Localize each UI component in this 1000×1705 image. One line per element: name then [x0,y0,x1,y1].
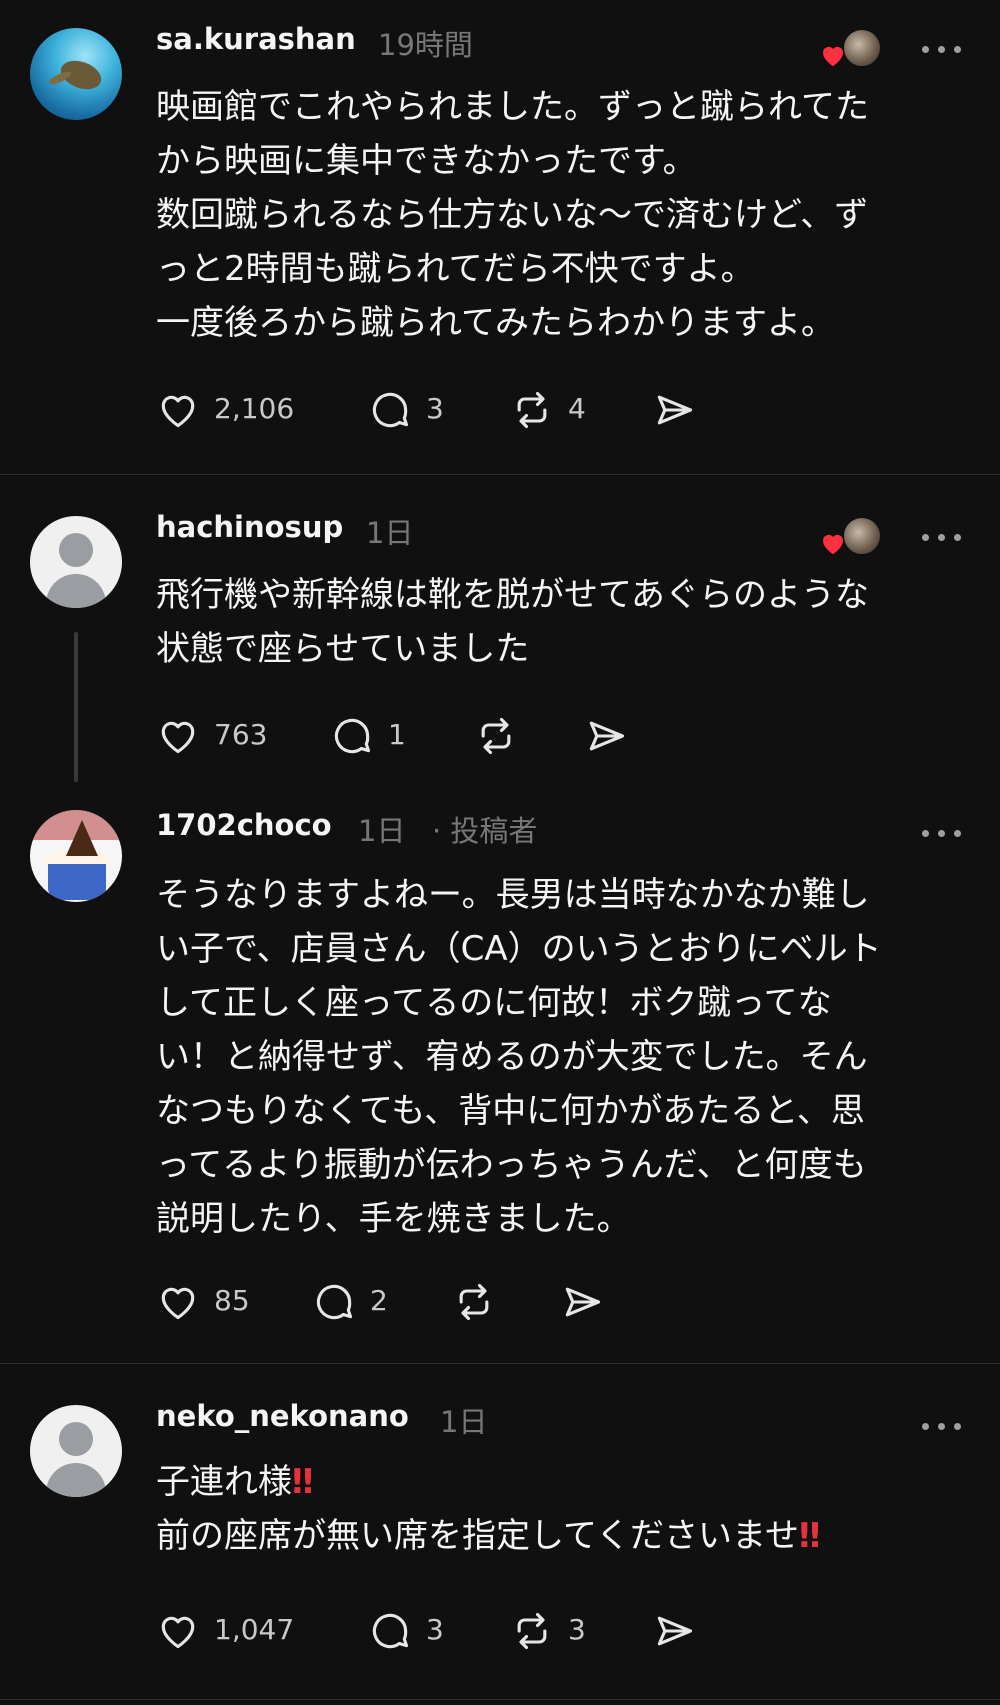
post-line: 前の座席が無い席を指定してくださいませ‼ [156,1509,956,1563]
speech-bubble-icon [316,1284,353,1320]
repost-arrows-icon [517,391,547,429]
post-body: 子連れ様‼ 前の座席が無い席を指定してくださいませ‼ [156,1455,956,1563]
post-line: い！と納得せず、宥めるのが大変でした。そん [156,1037,868,1077]
action-bar: 763 1 [156,710,656,760]
divider [0,1363,1000,1364]
heart-outline-icon [161,721,195,754]
heart-outline-icon [161,395,195,428]
more-options-button[interactable] [918,528,970,548]
post-line: 状態で座らせていました [156,629,530,669]
send-arrow-icon [657,395,693,425]
reply-button[interactable]: 1 [330,710,420,760]
post-time: 19時間 [378,28,473,62]
like-button[interactable]: 2,106 [156,384,296,434]
author-tag: · 投稿者 [432,814,538,848]
post-line-text: 前の座席が無い席を指定してくださいませ [156,1516,799,1556]
reply-count: 3 [426,1613,444,1646]
heart-outline-icon [161,1616,195,1649]
post-line: 飛行機や新幹線は靴を脱がせてあぐらのような [156,575,869,615]
post-line: して正しく座ってるのに何故！ボク蹴ってな [156,983,832,1023]
post-line: ってるより振動が伝わっちゃうんだ、と何度も [156,1145,867,1185]
post-line: から映画に集中できなかったです。 [156,141,697,181]
more-options-button[interactable] [918,824,970,844]
repost-count: 3 [568,1613,586,1646]
thread-line [74,632,78,782]
like-button[interactable]: 85 [156,1276,256,1326]
like-count: 763 [214,718,268,751]
red-heart-icon [823,46,843,67]
share-button[interactable] [652,384,702,434]
repost-button[interactable] [452,1276,502,1326]
double-exclamation-icon: ‼ [292,1462,314,1502]
action-bar: 1,047 3 3 [156,1605,716,1655]
reply-count: 1 [388,718,406,751]
post-line: 一度後ろから蹴られてみたらわかりますよ。 [156,303,835,343]
post-1702choco: 1702choco 1日 · 投稿者 そうなりますよねー。長男は当時なかなか難し… [0,786,1000,1364]
heart-outline-icon [161,1287,195,1320]
post-neko-nekonano: neko_nekonano 1日 子連れ様‼ 前の座席が無い席を指定してください… [0,1365,1000,1705]
repost-arrows-icon [517,1612,547,1650]
post-line-text: 子連れ様 [156,1462,292,1502]
username[interactable]: sa.kurashan [156,22,356,56]
liked-by-author-badge [818,516,882,560]
liked-by-author-badge [818,28,882,72]
post-sa-kurashan: sa.kurashan 19時間 映画館でこれやられました。ずっと蹴られてた か… [0,0,1000,475]
red-heart-icon [823,534,843,555]
post-line: 説明したり、手を焼きました。 [156,1199,631,1239]
repost-arrows-icon [481,717,511,755]
speech-bubble-icon [372,392,409,428]
more-options-button[interactable] [918,40,970,60]
divider [0,1699,1000,1700]
like-button[interactable]: 1,047 [156,1605,296,1655]
post-body: 映画館でこれやられました。ずっと蹴られてた から映画に集中できなかったです。 数… [156,80,956,350]
post-line: そうなりますよねー。長男は当時なかなか難し [156,875,870,915]
post-time: 1日 [358,814,406,848]
reply-button[interactable]: 2 [312,1276,402,1326]
send-arrow-icon [565,1287,601,1317]
post-line: なつもりなくても、背中に何かがあたると、思 [156,1091,865,1131]
repost-button[interactable]: 4 [510,384,600,434]
post-body: そうなりますよねー。長男は当時なかなか難し い子で、店員さん（CA）のいうとおり… [156,868,956,1246]
like-count: 85 [214,1284,250,1317]
post-line: っと2時間も蹴られてだら不快ですよ。 [156,249,755,289]
send-arrow-icon [589,721,625,751]
reply-count: 3 [426,392,444,425]
action-bar: 2,106 3 4 [156,384,716,434]
avatar[interactable] [30,28,122,120]
speech-bubble-icon [334,718,371,754]
action-bar: 85 2 [156,1276,616,1326]
post-line: 映画館でこれやられました。ずっと蹴られてた [156,87,869,127]
double-exclamation-icon: ‼ [798,1516,821,1556]
post-time: 1日 [440,1405,488,1439]
more-options-button[interactable] [918,1417,970,1437]
avatar[interactable] [30,516,122,608]
repost-button[interactable]: 3 [510,1605,600,1655]
repost-count: 4 [568,392,586,425]
divider [0,474,1000,475]
post-body: 飛行機や新幹線は靴を脱がせてあぐらのような 状態で座らせていました [156,568,956,676]
share-button[interactable] [584,710,634,760]
post-line: 子連れ様‼ [156,1455,956,1509]
avatar[interactable] [30,1405,122,1497]
username[interactable]: hachinosup [156,510,343,544]
repost-button[interactable] [474,710,524,760]
reply-count: 2 [370,1284,388,1317]
like-count: 1,047 [214,1613,295,1646]
post-line: い子で、店員さん（CA）のいうとおりにベルト [156,929,882,969]
post-hachinosup: hachinosup 1日 飛行機や新幹線は靴を脱がせてあぐらのような 状態で座… [0,476,1000,786]
post-line: 数回蹴られるなら仕方ないな〜で済むけど、ず [156,195,869,235]
share-button[interactable] [652,1605,702,1655]
like-count: 2,106 [214,392,295,425]
repost-arrows-icon [459,1283,489,1321]
avatar[interactable] [30,810,122,902]
share-button[interactable] [560,1276,610,1326]
speech-bubble-icon [372,1613,409,1649]
username[interactable]: 1702choco [156,808,332,842]
send-arrow-icon [657,1616,693,1646]
reply-button[interactable]: 3 [368,384,458,434]
post-time: 1日 [366,516,414,550]
like-button[interactable]: 763 [156,710,276,760]
username[interactable]: neko_nekonano [156,1399,409,1433]
reply-button[interactable]: 3 [368,1605,458,1655]
